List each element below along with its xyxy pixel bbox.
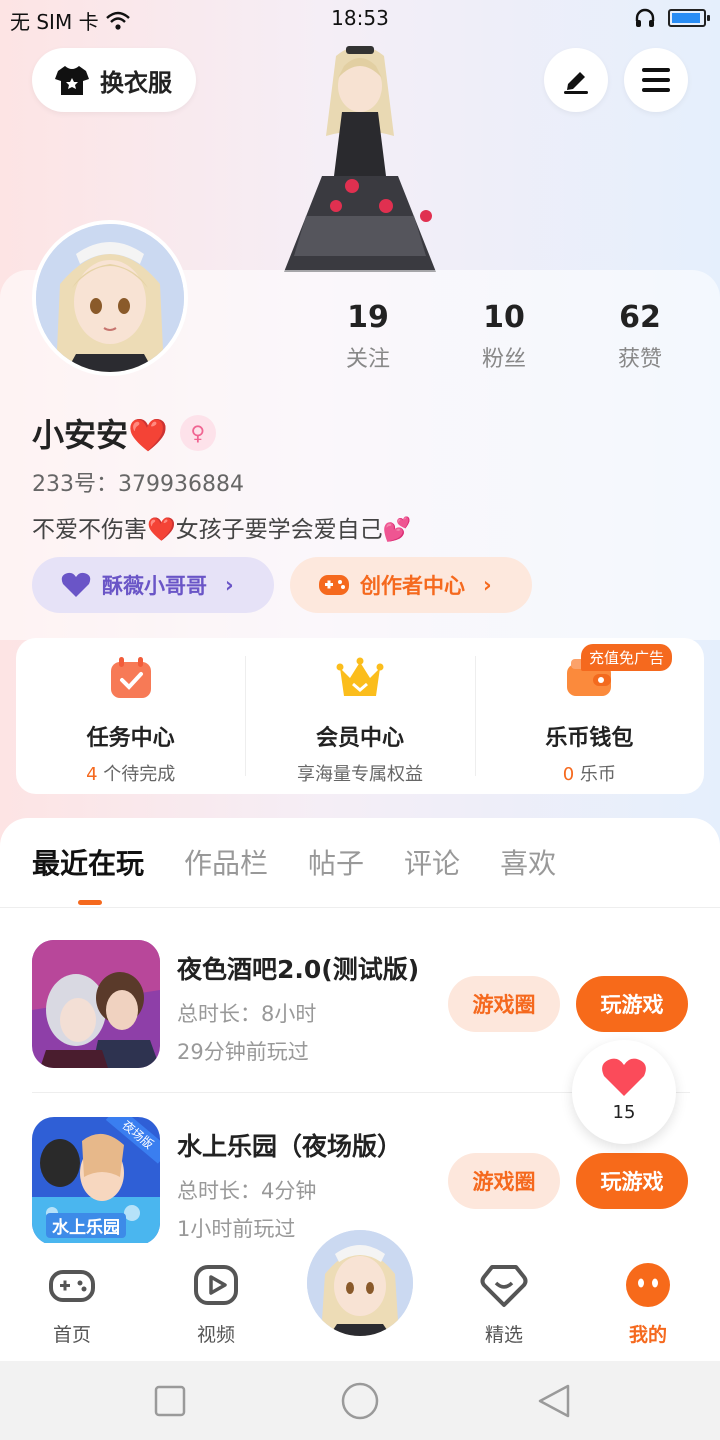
system-nav-bar: [0, 1361, 720, 1440]
gamepad-icon: [49, 1270, 95, 1302]
status-bar: 无 SIM 卡 18:53: [0, 0, 720, 40]
home-circle-icon[interactable]: [340, 1381, 380, 1421]
tab-likes[interactable]: 喜欢: [500, 842, 556, 908]
creator-center-chip[interactable]: 创作者中心 ›: [290, 557, 532, 613]
floating-like-button[interactable]: 15: [572, 1040, 676, 1144]
game-thumbnail[interactable]: [32, 940, 160, 1068]
creator-center-label: 创作者中心: [360, 574, 465, 598]
stat-followers[interactable]: 10 粉丝: [436, 300, 572, 373]
pen-icon: [564, 72, 588, 94]
wallet-unit: 乐币: [574, 764, 616, 785]
nav-mine[interactable]: 我的: [598, 1261, 698, 1347]
headphones-icon: [635, 8, 655, 27]
wallet-title: 乐币钱包: [545, 726, 634, 751]
game-title: 夜色酒吧2.0(测试版): [177, 955, 420, 984]
game-duration: 总时长：8小时: [177, 1002, 317, 1026]
crown-icon: [336, 657, 384, 696]
heart-icon: [602, 1058, 646, 1096]
clock: 18:53: [331, 6, 389, 30]
game-circle-button[interactable]: 游戏圈: [448, 1153, 560, 1209]
edit-profile-button[interactable]: [544, 48, 608, 112]
female-gender-icon: ♀: [179, 415, 216, 451]
stat-label: 关注: [345, 347, 390, 372]
chevron-right-icon: ›: [483, 573, 492, 597]
face-icon: [626, 1263, 670, 1307]
like-count: 15: [612, 1102, 636, 1123]
tab-posts[interactable]: 帖子: [308, 842, 364, 908]
wallet[interactable]: 充值免广告 乐币钱包 0 乐币: [474, 638, 704, 794]
profile-bio: 不爱不伤害❤️女孩子要学会爱自己💕: [32, 517, 412, 543]
game-thumb-text: 水上乐园: [46, 1213, 126, 1238]
heart-icon: [61, 572, 91, 597]
stat-likes[interactable]: 62 获赞: [572, 300, 708, 373]
stat-number: 19: [347, 300, 389, 335]
profile-name: 小安安❤️: [32, 416, 168, 454]
vip-center-title: 会员中心: [315, 726, 404, 751]
stat-number: 10: [483, 300, 525, 335]
tab-divider: [0, 907, 720, 908]
nav-home[interactable]: 首页: [22, 1261, 122, 1347]
heart-diamond-icon: [480, 1265, 528, 1307]
shirt-icon: [55, 66, 89, 95]
gamepad-icon: [319, 575, 349, 595]
bottom-nav: 首页 视频 精选 我的: [0, 1207, 720, 1361]
task-count: 4: [86, 764, 98, 785]
battery-icon: [668, 9, 710, 27]
menu-button[interactable]: [624, 48, 688, 112]
profile-stats: 19 关注 10 粉丝 62 获赞: [300, 300, 720, 373]
recharge-ad-badge: 充值免广告: [580, 644, 672, 671]
back-triangle-icon[interactable]: [536, 1383, 572, 1419]
nav-featured-label: 精选: [484, 1324, 523, 1346]
profile-tabs: 最近在玩 作品栏 帖子 评论 喜欢: [0, 842, 720, 908]
wallet-balance: 0: [562, 764, 575, 785]
stat-following[interactable]: 19 关注: [300, 300, 436, 373]
change-outfit-button[interactable]: 换衣服: [32, 48, 196, 112]
nav-mine-label: 我的: [628, 1324, 667, 1346]
content-section: 最近在玩 作品栏 帖子 评论 喜欢 夜色酒吧2.0(测试版) 总时长：8小时 2…: [0, 818, 720, 1248]
play-game-button[interactable]: 玩游戏: [576, 1153, 688, 1209]
tab-works[interactable]: 作品栏: [184, 842, 268, 908]
play-icon: [194, 1265, 238, 1305]
game-last-played: 29分钟前玩过: [177, 1040, 309, 1064]
vip-center[interactable]: 会员中心 享海量专属权益: [245, 638, 474, 794]
game-title: 水上乐园（夜场版）: [177, 1132, 403, 1161]
profile-uid[interactable]: 233号：379936884: [32, 466, 244, 498]
stat-number: 62: [619, 300, 661, 335]
play-game-button[interactable]: 玩游戏: [576, 976, 688, 1032]
nav-avatar-button[interactable]: [304, 1227, 416, 1339]
calendar-check-icon: [110, 657, 151, 698]
task-sub: 个待完成: [97, 764, 176, 785]
change-outfit-label: 换衣服: [100, 68, 172, 97]
quick-access-panel: 任务中心 4 个待完成 会员中心 享海量专属权益 充值免广告 乐币钱包 0 乐币: [16, 638, 704, 794]
task-center[interactable]: 任务中心 4 个待完成: [16, 638, 245, 794]
game-thumbnail[interactable]: 夜场版 水上乐园: [32, 1117, 160, 1245]
nav-video-label: 视频: [196, 1324, 235, 1346]
recents-square-icon[interactable]: [154, 1385, 186, 1417]
game-circle-button[interactable]: 游戏圈: [448, 976, 560, 1032]
task-center-title: 任务中心: [86, 726, 175, 751]
partner-chip[interactable]: 酥薇小哥哥 ›: [32, 557, 274, 613]
stat-label: 粉丝: [481, 347, 526, 372]
stat-label: 获赞: [617, 347, 662, 372]
character-avatar-figure[interactable]: [276, 36, 444, 272]
game-duration: 总时长：4分钟: [177, 1179, 317, 1203]
partner-chip-label: 酥薇小哥哥: [102, 574, 207, 598]
nav-home-label: 首页: [52, 1324, 91, 1346]
nav-video[interactable]: 视频: [166, 1261, 266, 1347]
profile-avatar[interactable]: [32, 220, 188, 376]
nav-featured[interactable]: 精选: [454, 1261, 554, 1347]
tab-comments[interactable]: 评论: [404, 842, 460, 908]
tab-recently-played[interactable]: 最近在玩: [32, 842, 144, 908]
menu-icon: [642, 68, 670, 92]
chevron-right-icon: ›: [225, 573, 234, 597]
vip-center-sub: 享海量专属权益: [296, 764, 423, 785]
